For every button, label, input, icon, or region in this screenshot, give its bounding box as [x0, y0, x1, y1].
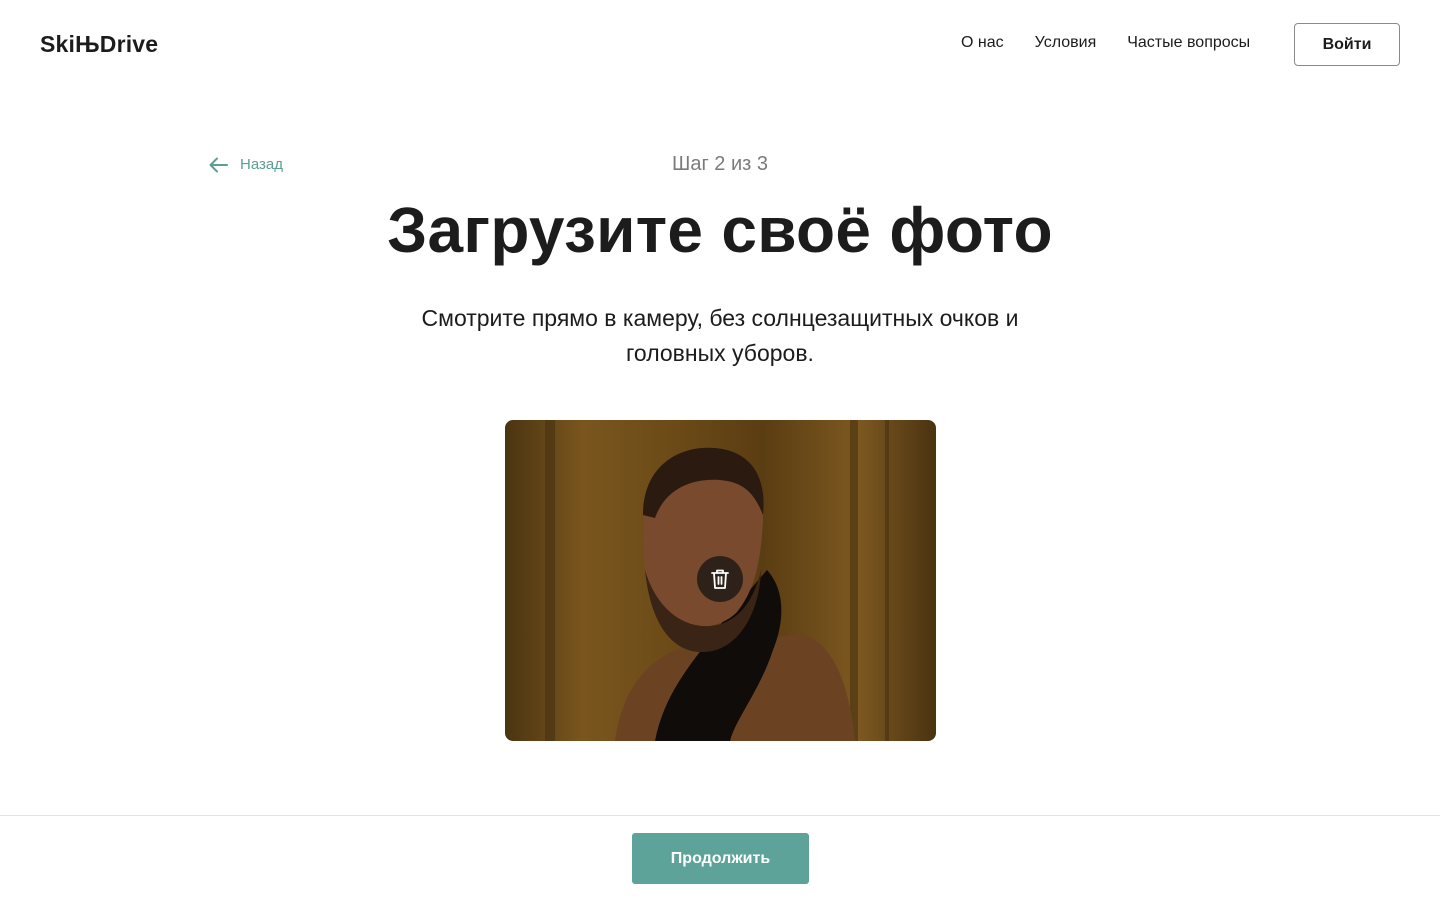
page-subtitle: Смотрите прямо в камеру, без солнцезащит…	[421, 305, 1019, 366]
nav-link-about[interactable]: О нас	[961, 34, 1004, 52]
delete-photo-button[interactable]	[697, 556, 743, 602]
login-button[interactable]: Войти	[1294, 23, 1400, 66]
nav-link-terms[interactable]: Условия	[1035, 34, 1097, 52]
nav-link-faq[interactable]: Частые вопросы	[1127, 34, 1250, 52]
trash-icon	[711, 569, 729, 589]
continue-button[interactable]: Продолжить	[632, 833, 809, 884]
site-header: SkiЊDrive О нас Условия Частые вопросы В…	[0, 0, 1440, 88]
main-nav: О нас Условия Частые вопросы	[961, 34, 1250, 52]
step-indicator: Шаг 2 из 3	[671, 153, 768, 175]
page-title: Загрузите своё фото	[387, 194, 1053, 266]
logo[interactable]: SkiЊDrive	[40, 31, 158, 58]
